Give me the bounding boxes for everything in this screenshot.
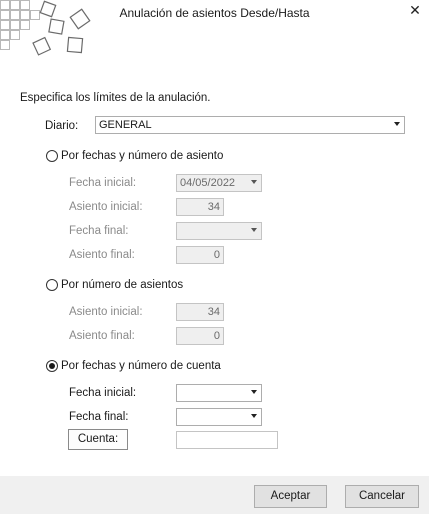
option2-label[interactable]: Por número de asientos xyxy=(61,279,183,291)
chevron-down-icon xyxy=(251,390,257,394)
option1-fecha-inicial-label: Fecha inicial: xyxy=(69,177,137,189)
option2-asiento-final-input[interactable]: 0 xyxy=(176,327,224,345)
option2-radio[interactable] xyxy=(46,279,58,291)
option1-label[interactable]: Por fechas y número de asiento xyxy=(61,150,223,162)
close-icon[interactable]: ✕ xyxy=(404,1,426,19)
accept-button[interactable]: Aceptar xyxy=(254,485,327,508)
option1-asiento-inicial-label: Asiento inicial: xyxy=(69,201,143,213)
option2-asiento-final-label: Asiento final: xyxy=(69,330,135,342)
diario-value: GENERAL xyxy=(99,119,152,131)
chevron-down-icon xyxy=(251,180,257,184)
option3-fecha-inicial-label: Fecha inicial: xyxy=(69,387,137,399)
cuenta-button[interactable]: Cuenta: xyxy=(68,429,128,450)
intro-text: Especifica los límites de la anulación. xyxy=(20,92,211,104)
cuenta-input[interactable] xyxy=(176,431,278,449)
chevron-down-icon xyxy=(251,414,257,418)
option1-fecha-inicial-select[interactable]: 04/05/2022 xyxy=(176,174,262,192)
option1-asiento-inicial-input[interactable]: 34 xyxy=(176,198,224,216)
option1-fecha-inicial-value: 04/05/2022 xyxy=(180,177,236,189)
option3-fecha-final-select[interactable] xyxy=(176,408,262,426)
option3-label[interactable]: Por fechas y número de cuenta xyxy=(61,360,221,372)
diario-label: Diario: xyxy=(45,120,79,132)
cancel-button[interactable]: Cancelar xyxy=(345,485,419,508)
chevron-down-icon xyxy=(251,228,257,232)
option2-asiento-inicial-input[interactable]: 34 xyxy=(176,303,224,321)
option1-asiento-final-input[interactable]: 0 xyxy=(176,246,224,264)
chevron-down-icon xyxy=(394,122,400,126)
window-title: Anulación de asientos Desde/Hasta xyxy=(119,6,310,20)
option1-asiento-final-label: Asiento final: xyxy=(69,249,135,261)
diario-select[interactable]: GENERAL xyxy=(95,116,405,134)
option2-asiento-inicial-label: Asiento inicial: xyxy=(69,306,143,318)
option3-fecha-inicial-select[interactable] xyxy=(176,384,262,402)
option3-fecha-final-label: Fecha final: xyxy=(69,411,129,423)
option1-fecha-final-label: Fecha final: xyxy=(69,225,129,237)
option1-radio[interactable] xyxy=(46,150,58,162)
option1-fecha-final-select[interactable] xyxy=(176,222,262,240)
option3-radio[interactable] xyxy=(46,360,58,372)
